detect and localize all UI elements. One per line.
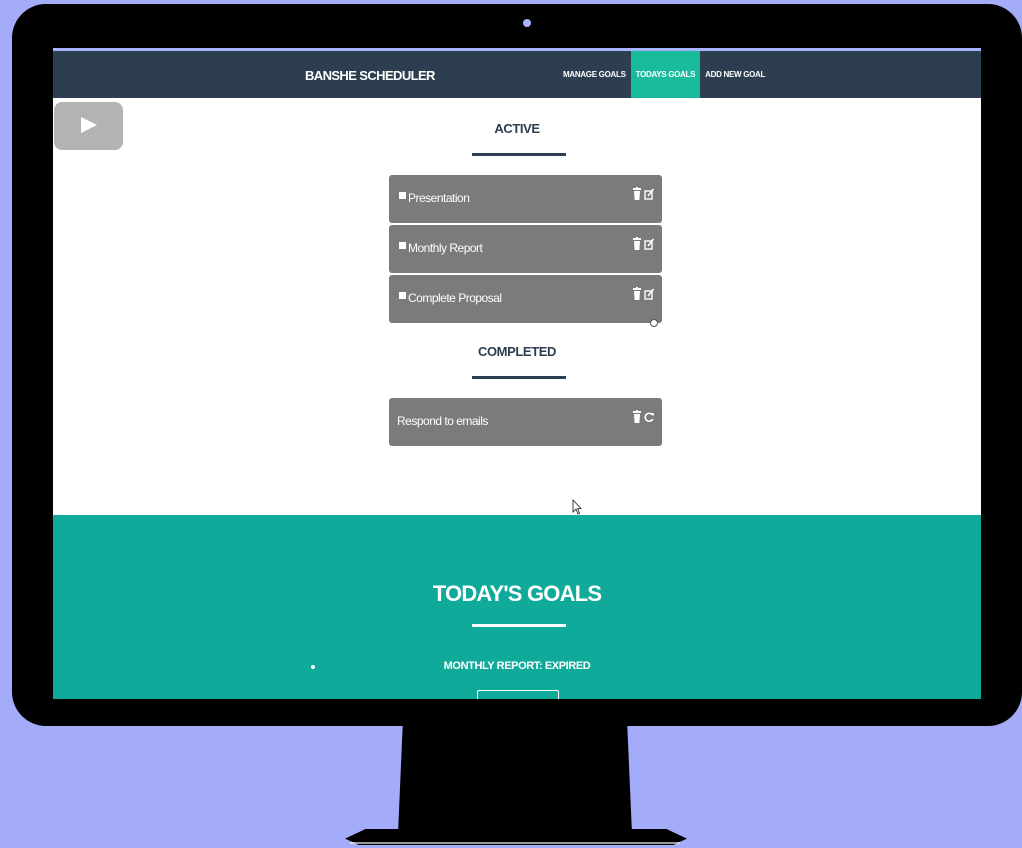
active-section-title: ACTIVE [494,121,540,136]
monitor-frame: BANSHE SCHEDULER MANAGE GOALS TODAYS GOA… [12,4,1022,726]
resize-handle[interactable] [650,319,658,327]
goal-card[interactable]: Complete Proposal [389,275,662,327]
screen: BANSHE SCHEDULER MANAGE GOALS TODAYS GOA… [53,48,981,699]
completed-divider [472,376,566,379]
todays-goals-title: TODAY'S GOALS [432,581,602,606]
goal-label: Complete Proposal [408,291,502,305]
completed-goal-card[interactable]: Respond to emails [389,398,662,446]
trash-icon[interactable] [632,410,642,424]
goal-checkbox[interactable] [399,292,406,299]
todays-goals-divider [472,624,566,627]
mouse-cursor-icon [572,499,582,515]
nav-manage-goals[interactable]: MANAGE GOALS [558,51,631,98]
goal-actions [632,410,654,424]
active-divider [472,153,566,156]
todays-goals-section: TODAY'S GOALS MONTHLY REPORT: EXPIRED [53,515,981,699]
goal-label: Presentation [408,191,470,205]
restore-icon[interactable] [644,410,654,424]
goal-checkbox[interactable] [399,242,406,249]
edit-icon[interactable] [644,187,655,201]
navbar: BANSHE SCHEDULER MANAGE GOALS TODAYS GOA… [53,51,981,98]
goal-checkbox[interactable] [399,192,406,199]
goal-card[interactable]: Monthly Report [389,225,662,273]
edit-icon[interactable] [644,287,655,301]
nav-add-new-goal[interactable]: ADD NEW GOAL [700,51,770,98]
goal-actions [632,237,655,251]
edit-icon[interactable] [644,237,655,251]
goal-label: Respond to emails [397,414,488,428]
nav-todays-goals[interactable]: TODAYS GOALS [630,51,701,98]
nav-links: MANAGE GOALS TODAYS GOALS ADD NEW GOAL [558,51,770,98]
goal-actions [632,187,655,201]
goal-actions [632,287,655,301]
goal-card[interactable]: Presentation [389,175,662,223]
notice-action-button[interactable] [477,690,559,699]
trash-icon[interactable] [632,237,642,251]
expired-notice: MONTHLY REPORT: EXPIRED [443,660,591,672]
stand-base-highlight [350,842,680,844]
trash-icon[interactable] [632,287,642,301]
goal-label: Monthly Report [408,241,483,255]
completed-section-title: COMPLETED [477,344,556,359]
monitor-stand-neck [398,726,632,834]
camera-icon [523,19,531,27]
trash-icon[interactable] [632,187,642,201]
brand-title[interactable]: BANSHE SCHEDULER [305,68,435,83]
